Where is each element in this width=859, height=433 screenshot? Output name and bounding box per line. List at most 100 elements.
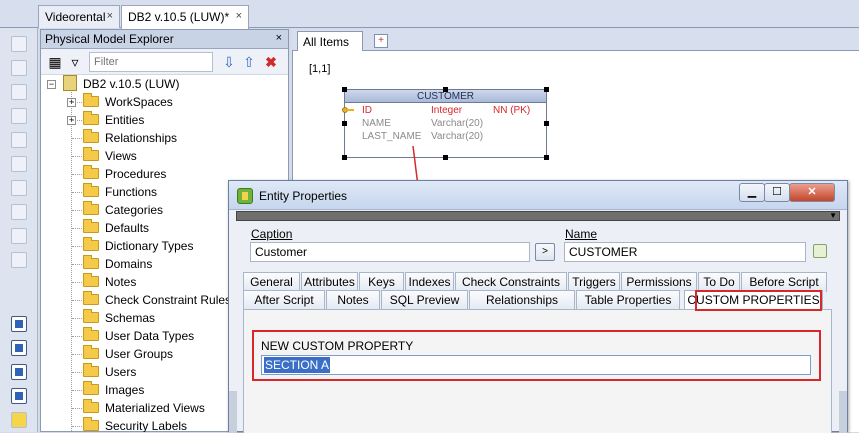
column-name: ID [362, 105, 372, 116]
align-bottom-icon[interactable] [11, 84, 27, 100]
align-right-icon[interactable] [11, 156, 27, 172]
circular-layout-icon[interactable] [11, 388, 27, 404]
distribute-v-icon[interactable] [11, 204, 27, 220]
chevron-down-icon[interactable]: ▼ [829, 212, 837, 220]
close-icon[interactable]: × [276, 32, 282, 44]
tree-item[interactable]: Check Constraint Rules [83, 291, 231, 309]
caption-field[interactable]: Customer [250, 242, 530, 262]
tree-item-label: Users [105, 365, 137, 379]
tab-notes[interactable]: Notes [326, 290, 380, 310]
tree-item[interactable]: Materialized Views [83, 399, 205, 417]
column-type: Integer [431, 105, 463, 116]
highlight-icon[interactable] [11, 412, 27, 428]
tree-item[interactable]: Functions [83, 183, 157, 201]
selection-handle[interactable] [342, 121, 347, 126]
scrollbar-right[interactable] [839, 391, 847, 433]
tab-to-do[interactable]: To Do [698, 272, 740, 292]
arrow-up-icon[interactable]: ⇧ [241, 54, 257, 70]
layout-icon[interactable] [11, 316, 27, 332]
selection-handle[interactable] [544, 87, 549, 92]
tree-item[interactable]: Domains [83, 255, 152, 273]
distribute-h-icon[interactable] [11, 180, 27, 196]
delete-icon[interactable]: ✖ [263, 54, 279, 70]
tree-item[interactable]: User Data Types [83, 327, 194, 345]
tree-item[interactable]: Relationships [83, 129, 177, 147]
tree-item[interactable]: Procedures [83, 165, 166, 183]
column-name: NAME [362, 118, 391, 129]
collapse-icon[interactable]: − [47, 80, 56, 89]
tab-indexes[interactable]: Indexes [405, 272, 454, 292]
selection-handle[interactable] [342, 155, 347, 160]
custom-property-label: NEW CUSTOM PROPERTY [261, 339, 414, 353]
name-field[interactable]: CUSTOMER [564, 242, 806, 262]
tab-permissions[interactable]: Permissions [621, 272, 697, 292]
close-button[interactable]: ✕ [789, 183, 835, 202]
entity-column-row: ID Integer NN (PK) [342, 104, 546, 117]
doc-tab-db2[interactable]: DB2 v.10.5 (LUW)* × [121, 5, 249, 29]
scrollbar-left[interactable] [229, 391, 237, 433]
tree-item[interactable]: Notes [83, 273, 136, 291]
tree-item[interactable]: Schemas [83, 309, 155, 327]
tab-all-items[interactable]: All Items [297, 31, 363, 51]
selection-handle[interactable] [544, 121, 549, 126]
tree-item[interactable]: Defaults [83, 219, 149, 237]
tab-keys[interactable]: Keys [359, 272, 404, 292]
tree-item[interactable]: User Groups [83, 345, 173, 363]
selection-handle[interactable] [342, 87, 347, 92]
folder-icon [83, 93, 99, 107]
custom-property-input[interactable]: SECTION A [261, 355, 811, 375]
tree-layout-icon[interactable] [11, 340, 27, 356]
explorer-toolbar: ▦ ▿ ⇩ ⇧ ✖ [41, 49, 288, 75]
tab-attributes[interactable]: Attributes [301, 272, 358, 292]
maximize-button[interactable]: ☐ [764, 183, 790, 202]
tree-item[interactable]: Categories [83, 201, 163, 219]
same-height-icon[interactable] [11, 252, 27, 268]
tab-general[interactable]: General [243, 272, 300, 292]
folder-icon [83, 381, 99, 395]
entity-customer[interactable]: CUSTOMER ID Integer NN (PK) NAME Varchar… [342, 89, 547, 158]
tree-item[interactable]: Dictionary Types [83, 237, 193, 255]
settings-icon[interactable] [813, 244, 827, 258]
tree-view-icon[interactable]: ▦ [47, 54, 63, 70]
tree-item[interactable]: Security Labels [83, 417, 187, 432]
tab-after-script[interactable]: After Script [243, 290, 325, 310]
close-icon[interactable]: × [236, 10, 242, 22]
tree-line [72, 264, 82, 265]
tab-relationships[interactable]: Relationships [469, 290, 575, 310]
close-icon[interactable]: × [107, 10, 113, 22]
selection-handle[interactable] [443, 87, 448, 92]
align-middle-icon[interactable] [11, 60, 27, 76]
copy-caption-button[interactable]: > [535, 243, 555, 261]
tab-sql-preview[interactable]: SQL Preview [381, 290, 468, 310]
tab-check-constraints[interactable]: Check Constraints [455, 272, 567, 292]
add-diagram-icon[interactable]: + [374, 34, 388, 48]
grid-layout-icon[interactable] [11, 364, 27, 380]
tree-line [72, 354, 82, 355]
folder-icon [83, 183, 99, 197]
tree-item[interactable]: WorkSpaces [83, 93, 173, 111]
align-left-icon[interactable] [11, 108, 27, 124]
align-top-icon[interactable] [11, 36, 27, 52]
tree-root[interactable]: DB2 v.10.5 (LUW) [63, 75, 179, 93]
minimize-button[interactable]: ▁ [739, 183, 765, 202]
arrow-down-icon[interactable]: ⇩ [221, 54, 237, 70]
entity-selector-bar[interactable]: ▼ [236, 211, 840, 221]
selection-handle[interactable] [443, 155, 448, 160]
tree-item-label: Schemas [105, 311, 156, 325]
filter-input[interactable] [89, 52, 213, 72]
tab-triggers[interactable]: Triggers [568, 272, 620, 292]
align-center-icon[interactable] [11, 132, 27, 148]
folder-icon [83, 129, 99, 143]
same-width-icon[interactable] [11, 228, 27, 244]
tree-item[interactable]: Views [83, 147, 137, 165]
tree-item[interactable]: Images [83, 381, 144, 399]
selection-handle[interactable] [544, 155, 549, 160]
column-name: LAST_NAME [362, 131, 422, 142]
tree-item[interactable]: Users [83, 363, 136, 381]
tree-line [72, 228, 82, 229]
tree-item[interactable]: Entities [83, 111, 144, 129]
tab-table-properties[interactable]: Table Properties [576, 290, 680, 310]
tab-before-script[interactable]: Before Script [741, 272, 827, 292]
filter-icon[interactable]: ▿ [67, 54, 83, 70]
doc-tab-videorental[interactable]: Videorental × [38, 5, 120, 28]
